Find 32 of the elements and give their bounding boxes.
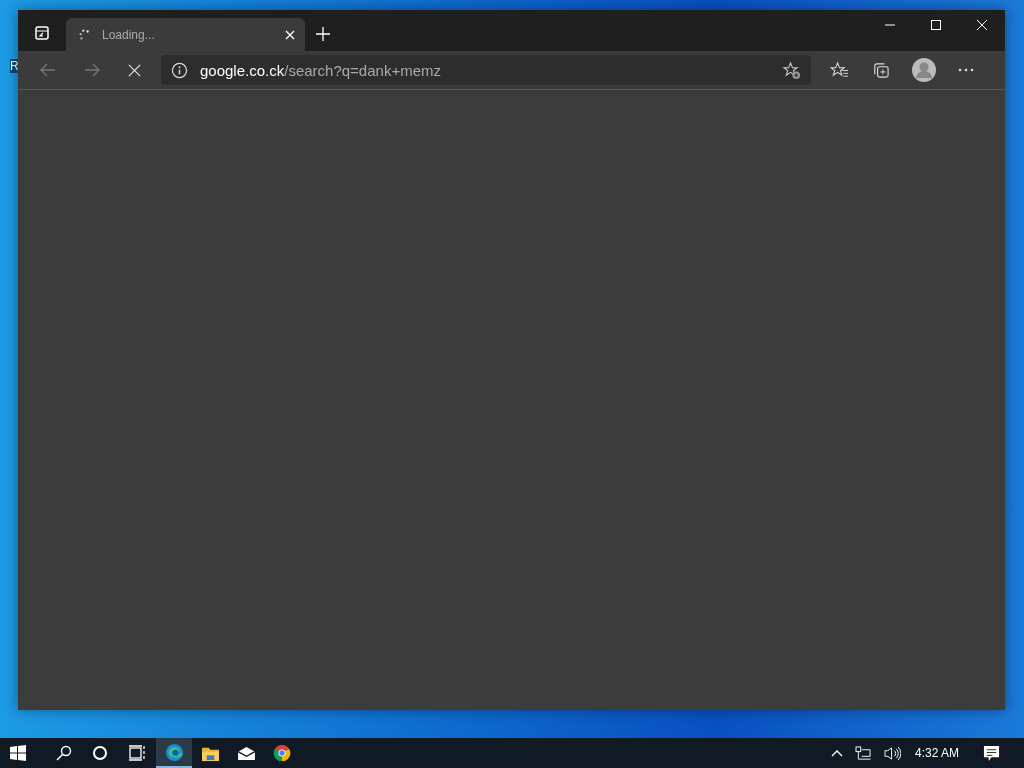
forward-arrow-icon[interactable] bbox=[83, 61, 101, 79]
desktop-icon-label: R bbox=[10, 59, 19, 73]
close-tab-icon[interactable] bbox=[285, 29, 295, 40]
mail-icon bbox=[236, 745, 256, 761]
search-icon[interactable] bbox=[56, 745, 72, 761]
browser-tab[interactable]: Loading... bbox=[66, 18, 305, 51]
chevron-up-icon[interactable] bbox=[830, 749, 843, 757]
cortana-icon[interactable] bbox=[92, 745, 108, 761]
favorites-icon[interactable] bbox=[830, 60, 849, 80]
windows-logo-icon[interactable] bbox=[10, 745, 26, 761]
stop-loading-icon[interactable] bbox=[127, 62, 142, 78]
url-text: google.co.ck/search?q=dank+memz bbox=[200, 61, 441, 79]
task-view-icon[interactable] bbox=[128, 745, 146, 761]
avatar-icon[interactable] bbox=[912, 58, 936, 82]
new-tab-icon[interactable] bbox=[315, 26, 331, 42]
clock-time[interactable]: 4:32 AM bbox=[914, 746, 959, 760]
close-icon[interactable] bbox=[976, 19, 988, 31]
more-icon[interactable] bbox=[958, 68, 974, 72]
notification-icon[interactable] bbox=[983, 744, 1000, 762]
collections-icon[interactable] bbox=[871, 60, 890, 80]
loading-spinner-icon bbox=[78, 27, 92, 42]
tab-title: Loading... bbox=[102, 27, 156, 42]
address-bar[interactable]: google.co.ck/search?q=dank+memz bbox=[161, 55, 811, 85]
network-icon[interactable] bbox=[854, 745, 872, 761]
star-plus-icon[interactable] bbox=[782, 60, 801, 80]
tab-actions-icon[interactable] bbox=[34, 25, 50, 41]
back-arrow-icon[interactable] bbox=[39, 61, 57, 79]
info-icon[interactable] bbox=[171, 61, 188, 79]
volume-icon[interactable] bbox=[883, 745, 901, 761]
chrome-icon bbox=[273, 744, 291, 762]
edge-icon bbox=[164, 742, 184, 762]
maximize-icon[interactable] bbox=[930, 19, 942, 31]
